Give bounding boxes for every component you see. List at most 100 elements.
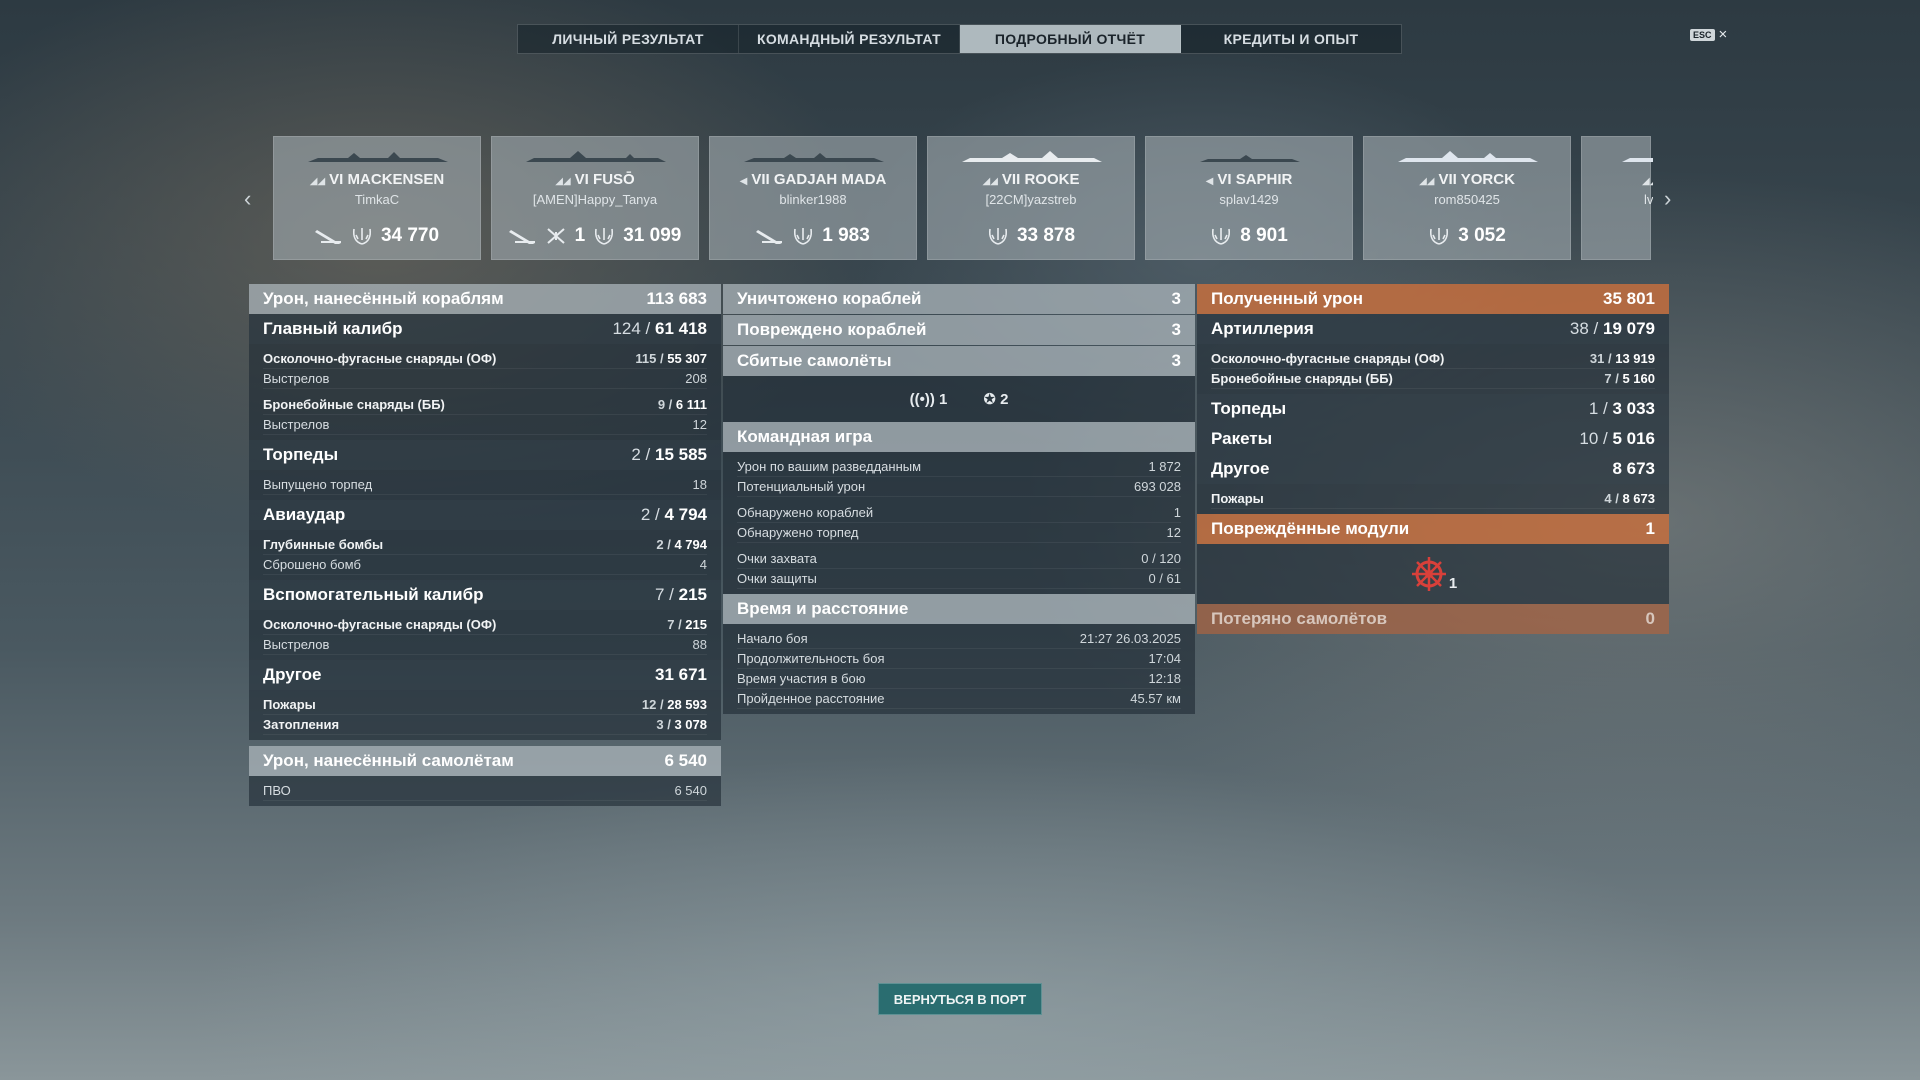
ship-card[interactable]: ◢◢ VI MACKENSEN TimkaC 34 770 [273,136,481,260]
carousel-next-arrow-icon[interactable]: › [1664,186,1671,212]
ship-class-icon: ◢◢ [555,176,571,187]
main-battery-details: Осколочно-фугасные снаряды (ОФ) 115 / 55 … [249,344,721,440]
esc-key-hint: ESC [1690,28,1715,41]
ship-score: 34 770 [380,225,440,246]
battle-stats-column: Уничтожено кораблей 3 Повреждено кораблей… [723,284,1195,714]
received-fires-row: Пожары 4 / 8 673 [1211,489,1655,509]
torpedo-icon [314,230,341,244]
tab-detailed-report[interactable]: ПОДРОБНЫЙ ОТЧЁТ [960,25,1181,53]
ship-name: ROOKE [1024,171,1080,188]
player-name: splav1429 [1219,192,1279,207]
fires-row: Пожары 12 / 28 593 [263,695,707,715]
capture-points-row: Очки захвата 0 / 120 [737,549,1181,569]
aa-row: ПВО 6 540 [263,781,707,801]
time-distance-header: Время и расстояние [723,594,1195,624]
close-button[interactable]: ESC × [1690,27,1727,42]
ship-carousel: ◢◢ VI MACKENSEN TimkaC 34 770 ◢◢ VI FUSŌ [… [273,136,1653,260]
torpedo-icon [756,230,783,244]
bombs-dropped-row: Сброшено бомб 4 [263,555,707,575]
ship-card[interactable]: ◢◢ VII ROOKE [22CM]yazstreb 33 878 [927,136,1135,260]
ship-class-icon: ◢◢ [982,176,998,187]
airstrike-header: Авиаудар 2 / 4 794 [249,500,721,530]
received-ap-row: Бронебойные снаряды (ББ) 7 / 5 160 [1211,369,1655,389]
battle-duration-row: Продолжительность боя 17:04 [737,649,1181,669]
ship-card[interactable]: ◀ VI SAPHIR splav1429 8 901 [1145,136,1353,260]
ships-damaged-header: Повреждено кораблей 3 [723,315,1195,345]
wreath-icon [988,228,1007,245]
wreath-icon [1212,228,1231,245]
tab-team-result[interactable]: КОМАНДНЫЙ РЕЗУЛЬТАТ [739,25,960,53]
ship-card[interactable]: ◢◢ VI FUSŌ [AMEN]Happy_Tanya 1 31 099 [491,136,699,260]
torpedo-icon [508,230,535,244]
he-shots-row: Выстрелов 208 [263,369,707,389]
damaged-modules-list: 1 [1197,544,1669,604]
wreath-icon [352,228,371,245]
player-name: TimkaC [354,192,400,207]
ships-destroyed-header: Уничтожено кораблей 3 [723,284,1195,314]
player-name: lv [1644,192,1653,207]
ship-tier: VI [1217,171,1232,188]
participation-time-row: Время участия в бою 12:18 [737,669,1181,689]
result-tabs: ЛИЧНЫЙ РЕЗУЛЬТАТ КОМАНДНЫЙ РЕЗУЛЬТАТ ПОД… [517,24,1402,54]
ap-shots-row: Выстрелов 12 [263,415,707,435]
ship-class-icon: ◀ [739,176,748,187]
ship-score: 31 099 [623,225,682,246]
player-name: [AMEN]Happy_Tanya [532,192,658,207]
he-row: Осколочно-фугасные снаряды (ОФ) 115 / 55 … [263,349,707,369]
spotter-plane-icon: ((•)) [909,390,935,408]
ship-class-icon: ◀ [1205,176,1214,187]
spotting-damage-row: Урон по вашим разведданным 1 872 [737,457,1181,477]
aircraft-damage-header: Урон, нанесённый самолётам 6 540 [249,746,721,776]
ap-row: Бронебойные снаряды (ББ) 9 / 6 111 [263,395,707,415]
received-other-header: Другое 8 673 [1197,454,1669,484]
ships-spotted-row: Обнаружено кораблей 1 [737,503,1181,523]
artillery-header: Артиллерия 38 / 19 079 [1197,314,1669,344]
flooding-row: Затопления 3 / 3 078 [263,715,707,735]
defense-points-row: Очки защиты 0 / 61 [737,569,1181,589]
ship-tier: VI [329,171,344,188]
ship-silhouette-icon [1200,155,1300,162]
wreath-icon [595,228,614,245]
ship-card[interactable]: ◢◢ VII YORCK rom850425 3 052 [1363,136,1571,260]
secondary-shots-row: Выстрелов 88 [263,635,707,655]
ship-damage-header: Урон, нанесённый кораблям 113 683 [249,284,721,314]
player-name: [22CM]yazstreb [985,192,1077,207]
ship-name: YORCK [1460,171,1515,188]
ship-tier: VII [1438,171,1457,188]
torpedoes-header: Торпеды 2 / 15 585 [249,440,721,470]
received-torpedoes-header: Торпеды 1 / 3 033 [1197,394,1669,424]
player-name: blinker1988 [779,192,847,207]
damaged-modules-header: Повреждённые модули 1 [1197,514,1669,544]
planes-shot-down-header: Сбитые самолёты 3 [723,346,1195,376]
potential-damage-row: Потенциальный урон 693 028 [737,477,1181,497]
planes-breakdown: ((•)) 1 ✪ 2 [723,376,1195,422]
main-battery-header: Главный калибр 124 / 61 418 [249,314,721,344]
battle-start-row: Начало боя 21:27 26.03.2025 [737,629,1181,649]
ship-name: FUSŌ [593,171,635,188]
ship-card[interactable]: ◢◢ lv [1581,136,1653,260]
ship-score: 8 901 [1240,225,1288,246]
tab-credits-xp[interactable]: КРЕДИТЫ И ОПЫТ [1181,25,1401,53]
carousel-prev-arrow-icon[interactable]: ‹ [244,186,251,212]
torpedoes-launched-row: Выпущено торпед 18 [263,475,707,495]
ship-score: 3 052 [1458,225,1506,246]
ship-silhouette-icon [962,151,1102,162]
ship-silhouette-icon [308,152,448,162]
ship-card[interactable]: ◀ VII GADJAH MADA blinker1988 1 983 [709,136,917,260]
tab-personal-result[interactable]: ЛИЧНЫЙ РЕЗУЛЬТАТ [518,25,739,53]
return-to-port-button[interactable]: ВЕРНУТЬСЯ В ПОРТ [878,983,1042,1015]
ship-tier: VII [1001,171,1021,188]
ship-silhouette-icon [526,151,666,162]
wreath-icon [794,228,813,245]
plane-destroyed-icon [546,228,565,244]
other-damage-header: Другое 31 671 [249,660,721,690]
secondary-he-row: Осколочно-фугасные снаряды (ОФ) 7 / 215 [263,615,707,635]
received-he-row: Осколочно-фугасные снаряды (ОФ) 31 / 13 9… [1211,349,1655,369]
close-icon: × [1718,26,1728,43]
received-damage-header: Полученный урон 35 801 [1197,284,1669,314]
ship-name: MACKENSEN [347,171,445,188]
ship-class-icon: ◢◢ [309,176,326,187]
secondary-battery-header: Вспомогательный калибр 7 / 215 [249,580,721,610]
player-name: rom850425 [1434,192,1500,207]
dealt-damage-column: Урон, нанесённый кораблям 113 683 Главный… [249,284,721,806]
